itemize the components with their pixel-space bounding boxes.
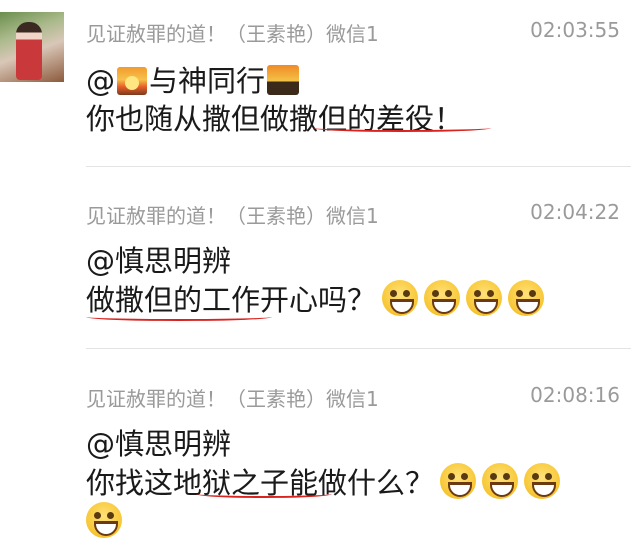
chat-message: 见证赦罪的道！（王素艳）微信1 02:03:55 @ 与神同行 你也随从撒但做撒但… xyxy=(86,18,620,138)
message-line: @慎思明辨 xyxy=(86,242,620,280)
grinning-face-emoji-icon xyxy=(482,463,519,499)
sender-avatar[interactable] xyxy=(0,12,64,82)
chat-message: 见证赦罪的道！（王素艳）微信1 02:08:16 @慎思明辨 你找这地狱之子能做… xyxy=(86,383,620,541)
sender-name[interactable]: 见证赦罪的道！（王素艳）微信1 xyxy=(86,383,379,412)
message-line: 你也随从撒但做撒但的差役！ xyxy=(86,100,620,138)
message-line: @慎思明辨 xyxy=(86,425,620,463)
grinning-face-emoji-icon xyxy=(440,463,477,499)
message-time: 02:03:55 xyxy=(530,18,620,42)
mention-text: @慎思明辨 xyxy=(86,427,232,461)
red-underline-mark xyxy=(313,124,491,132)
message-line: @ 与神同行 xyxy=(86,62,620,100)
message-line xyxy=(86,502,620,541)
message-meta: 见证赦罪的道！（王素艳）微信1 02:08:16 xyxy=(86,383,620,413)
mention-name: 与神同行 xyxy=(149,64,266,98)
avatar-figure xyxy=(16,22,42,80)
grinning-face-emoji-icon xyxy=(382,280,419,316)
message-time: 02:08:16 xyxy=(530,383,620,407)
message-meta: 见证赦罪的道！（王素艳）微信1 02:04:22 xyxy=(86,200,620,230)
message-divider xyxy=(86,348,631,349)
message-body[interactable]: @慎思明辨 做撒但的工作开心吗？ xyxy=(86,242,620,319)
grinning-face-emoji-icon xyxy=(86,502,122,538)
message-line: 你找这地狱之子能做什么？ xyxy=(86,463,620,502)
sunrise-emoji-icon xyxy=(117,67,147,95)
message-text: 做撒但的工作开心吗？ xyxy=(86,283,377,317)
grinning-face-emoji-icon xyxy=(508,280,545,316)
chat-message: 见证赦罪的道！（王素艳）微信1 02:04:22 @慎思明辨 做撒但的工作开心吗… xyxy=(86,200,620,319)
sender-name[interactable]: 见证赦罪的道！（王素艳）微信1 xyxy=(86,200,379,229)
mention-text: @慎思明辨 xyxy=(86,244,232,278)
grinning-face-emoji-icon xyxy=(424,280,461,316)
city-sunset-emoji-icon xyxy=(267,65,300,95)
sender-name[interactable]: 见证赦罪的道！（王素艳）微信1 xyxy=(86,18,379,47)
message-time: 02:04:22 xyxy=(530,200,620,224)
mention-prefix: @ xyxy=(86,64,115,98)
grinning-face-emoji-icon xyxy=(524,463,561,499)
message-divider xyxy=(86,166,631,167)
red-underline-mark xyxy=(86,313,272,321)
grinning-face-emoji-icon xyxy=(466,280,503,316)
message-meta: 见证赦罪的道！（王素艳）微信1 02:03:55 xyxy=(86,18,620,48)
red-underline-mark xyxy=(196,490,332,498)
message-body[interactable]: @慎思明辨 你找这地狱之子能做什么？ xyxy=(86,425,620,541)
